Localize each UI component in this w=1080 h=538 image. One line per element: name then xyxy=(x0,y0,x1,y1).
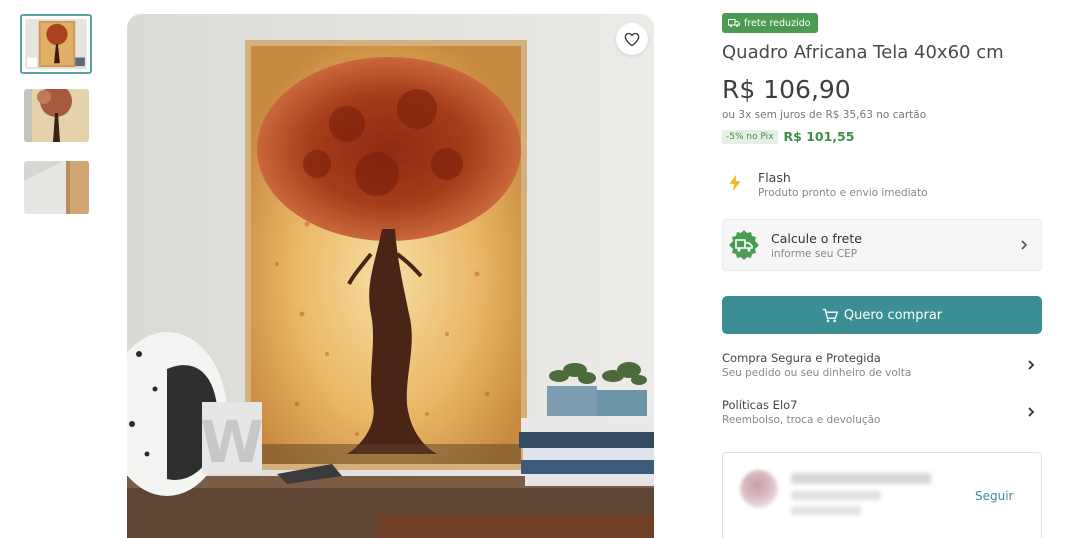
policies-row[interactable]: Políticas Elo7 Reembolso, troca e devolu… xyxy=(722,398,1042,426)
lightning-icon xyxy=(729,174,741,192)
favorite-button[interactable] xyxy=(616,23,648,55)
calculate-shipping-button[interactable]: Calcule o frete informe seu CEP xyxy=(722,219,1042,271)
shipping-title: Calcule o frete xyxy=(771,230,862,246)
seller-info-blurred xyxy=(791,491,881,500)
flash-delivery-info: Flash Produto pronto e envio imediato xyxy=(727,170,928,199)
cart-icon xyxy=(822,308,838,322)
flash-subtitle: Produto pronto e envio imediato xyxy=(758,187,928,199)
truck-icon xyxy=(728,19,740,27)
thumbnail-2-image xyxy=(24,89,89,142)
pix-discount-tag: -5% no Pix xyxy=(722,129,778,144)
policies-title: Políticas Elo7 xyxy=(722,398,798,412)
thumbnail-3-image xyxy=(24,161,89,214)
shipping-truck-icon xyxy=(729,230,759,260)
flash-title: Flash xyxy=(758,170,791,185)
heart-icon xyxy=(624,32,640,46)
product-title: Quadro Africana Tela 40x60 cm xyxy=(722,42,1004,63)
thumbnail-1-image xyxy=(25,19,87,69)
policies-subtitle: Reembolso, troca e devolução xyxy=(722,414,881,426)
secure-purchase-row[interactable]: Compra Segura e Protegida Seu pedido ou … xyxy=(722,351,1042,379)
thumbnail-3[interactable] xyxy=(24,161,89,214)
thumbnail-1[interactable] xyxy=(20,14,92,74)
painting-photo: W xyxy=(127,14,654,538)
buy-button[interactable]: Quero comprar xyxy=(722,296,1042,334)
shipping-badge: frete reduzido xyxy=(722,13,818,33)
buy-button-label: Quero comprar xyxy=(843,307,943,323)
chevron-right-icon xyxy=(1028,360,1035,370)
main-product-image: W xyxy=(127,14,654,538)
seller-card: Seguir xyxy=(722,452,1042,538)
thumbnail-2[interactable] xyxy=(24,89,89,142)
seller-avatar[interactable] xyxy=(740,470,778,508)
product-price: R$ 106,90 xyxy=(722,75,851,104)
svg-text:W: W xyxy=(200,408,264,476)
follow-seller-button[interactable]: Seguir xyxy=(975,489,1014,503)
chevron-right-icon xyxy=(1028,407,1035,417)
pix-price: R$ 101,55 xyxy=(783,129,855,144)
secure-purchase-subtitle: Seu pedido ou seu dinheiro de volta xyxy=(722,367,912,379)
shipping-subtitle: informe seu CEP xyxy=(771,247,858,260)
seller-info-blurred xyxy=(791,506,861,515)
secure-purchase-title: Compra Segura e Protegida xyxy=(722,351,881,365)
installments-text: ou 3x sem juros de R$ 35,63 no cartão xyxy=(722,109,927,121)
pix-price-row: -5% no Pix R$ 101,55 xyxy=(722,129,854,144)
shipping-badge-label: frete reduzido xyxy=(744,17,811,29)
seller-name-blurred xyxy=(791,473,931,484)
chevron-right-icon xyxy=(1021,240,1028,250)
